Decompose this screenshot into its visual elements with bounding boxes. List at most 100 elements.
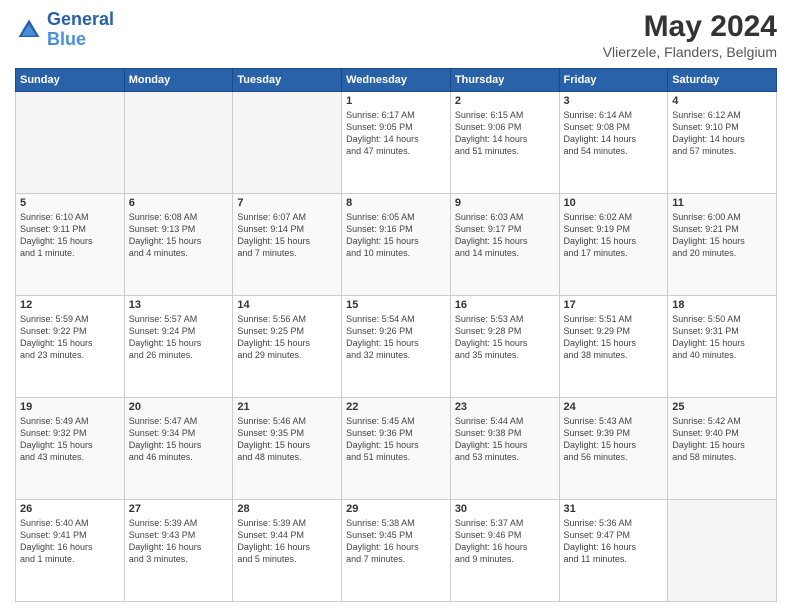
day-number: 12 — [20, 299, 120, 311]
day-number: 3 — [564, 95, 664, 107]
calendar-week-row: 5 Sunrise: 6:10 AMSunset: 9:11 PMDaylight… — [16, 194, 777, 296]
calendar-week-row: 26 Sunrise: 5:40 AMSunset: 9:41 PMDayligh… — [16, 500, 777, 602]
day-info: Sunrise: 5:53 AMSunset: 9:28 PMDaylight:… — [455, 313, 555, 362]
table-row: 18Sunrise: 5:50 AMSunset: 9:31 PMDayligh… — [668, 296, 777, 398]
table-row — [16, 92, 125, 194]
table-row: 8 Sunrise: 6:05 AMSunset: 9:16 PMDaylight… — [342, 194, 451, 296]
day-number: 24 — [564, 401, 664, 413]
table-row — [233, 92, 342, 194]
day-number: 27 — [129, 503, 229, 515]
col-tuesday: Tuesday — [233, 69, 342, 92]
table-row: 15 Sunrise: 5:54 AMSunset: 9:26 PMDayligh… — [342, 296, 451, 398]
day-info: Sunrise: 5:45 AMSunset: 9:36 PMDaylight:… — [346, 415, 446, 464]
day-info: Sunrise: 5:37 AMSunset: 9:46 PMDaylight:… — [455, 517, 555, 566]
day-info: Sunrise: 6:10 AMSunset: 9:11 PMDaylight:… — [20, 211, 120, 260]
day-info: Sunrise: 5:51 AMSunset: 9:29 PMDaylight:… — [564, 313, 664, 362]
day-number: 5 — [20, 197, 120, 209]
day-info: Sunrise: 6:15 AMSunset: 9:06 PMDaylight:… — [455, 109, 555, 158]
col-thursday: Thursday — [450, 69, 559, 92]
day-number: 11 — [672, 197, 772, 209]
day-info: Sunrise: 5:42 AMSunset: 9:40 PMDaylight:… — [672, 415, 772, 464]
subtitle: Vlierzele, Flanders, Belgium — [603, 44, 777, 60]
day-number: 14 — [237, 299, 337, 311]
day-number: 20 — [129, 401, 229, 413]
table-row: 26 Sunrise: 5:40 AMSunset: 9:41 PMDayligh… — [16, 500, 125, 602]
day-info: Sunrise: 5:57 AMSunset: 9:24 PMDaylight:… — [129, 313, 229, 362]
table-row: 12Sunrise: 5:59 AMSunset: 9:22 PMDayligh… — [16, 296, 125, 398]
logo-text: General Blue — [47, 10, 114, 50]
day-info: Sunrise: 6:07 AMSunset: 9:14 PMDaylight:… — [237, 211, 337, 260]
day-number: 29 — [346, 503, 446, 515]
table-row: 29 Sunrise: 5:38 AMSunset: 9:45 PMDayligh… — [342, 500, 451, 602]
table-row: 4Sunrise: 6:12 AMSunset: 9:10 PMDaylight… — [668, 92, 777, 194]
day-number: 13 — [129, 299, 229, 311]
day-info: Sunrise: 6:00 AMSunset: 9:21 PMDaylight:… — [672, 211, 772, 260]
day-number: 17 — [564, 299, 664, 311]
table-row: 27Sunrise: 5:39 AMSunset: 9:43 PMDayligh… — [124, 500, 233, 602]
day-info: Sunrise: 5:44 AMSunset: 9:38 PMDaylight:… — [455, 415, 555, 464]
day-info: Sunrise: 5:56 AMSunset: 9:25 PMDaylight:… — [237, 313, 337, 362]
table-row: 5 Sunrise: 6:10 AMSunset: 9:11 PMDaylight… — [16, 194, 125, 296]
table-row: 10 Sunrise: 6:02 AMSunset: 9:19 PMDayligh… — [559, 194, 668, 296]
day-number: 4 — [672, 95, 772, 107]
table-row: 20 Sunrise: 5:47 AMSunset: 9:34 PMDayligh… — [124, 398, 233, 500]
day-number: 26 — [20, 503, 120, 515]
table-row — [124, 92, 233, 194]
day-info: Sunrise: 5:47 AMSunset: 9:34 PMDaylight:… — [129, 415, 229, 464]
day-info: Sunrise: 6:05 AMSunset: 9:16 PMDaylight:… — [346, 211, 446, 260]
table-row: 30 Sunrise: 5:37 AMSunset: 9:46 PMDayligh… — [450, 500, 559, 602]
table-row: 31 Sunrise: 5:36 AMSunset: 9:47 PMDayligh… — [559, 500, 668, 602]
logo-blue: Blue — [47, 29, 86, 49]
calendar-header-row: Sunday Monday Tuesday Wednesday Thursday… — [16, 69, 777, 92]
page: General Blue May 2024 Vlierzele, Flander… — [0, 0, 792, 612]
day-info: Sunrise: 5:36 AMSunset: 9:47 PMDaylight:… — [564, 517, 664, 566]
day-number: 8 — [346, 197, 446, 209]
day-info: Sunrise: 5:46 AMSunset: 9:35 PMDaylight:… — [237, 415, 337, 464]
day-info: Sunrise: 5:39 AMSunset: 9:44 PMDaylight:… — [237, 517, 337, 566]
table-row: 25 Sunrise: 5:42 AMSunset: 9:40 PMDayligh… — [668, 398, 777, 500]
day-info: Sunrise: 6:08 AMSunset: 9:13 PMDaylight:… — [129, 211, 229, 260]
table-row: 9Sunrise: 6:03 AMSunset: 9:17 PMDaylight… — [450, 194, 559, 296]
table-row: 1Sunrise: 6:17 AMSunset: 9:05 PMDaylight… — [342, 92, 451, 194]
day-number: 19 — [20, 401, 120, 413]
table-row: 21 Sunrise: 5:46 AMSunset: 9:35 PMDayligh… — [233, 398, 342, 500]
day-number: 2 — [455, 95, 555, 107]
col-wednesday: Wednesday — [342, 69, 451, 92]
main-title: May 2024 — [603, 10, 777, 44]
day-number: 28 — [237, 503, 337, 515]
day-number: 7 — [237, 197, 337, 209]
table-row: 14 Sunrise: 5:56 AMSunset: 9:25 PMDayligh… — [233, 296, 342, 398]
day-info: Sunrise: 6:02 AMSunset: 9:19 PMDaylight:… — [564, 211, 664, 260]
day-number: 30 — [455, 503, 555, 515]
day-info: Sunrise: 5:54 AMSunset: 9:26 PMDaylight:… — [346, 313, 446, 362]
header: General Blue May 2024 Vlierzele, Flander… — [15, 10, 777, 60]
day-number: 15 — [346, 299, 446, 311]
day-info: Sunrise: 5:38 AMSunset: 9:45 PMDaylight:… — [346, 517, 446, 566]
table-row: 2 Sunrise: 6:15 AMSunset: 9:06 PMDaylight… — [450, 92, 559, 194]
table-row — [668, 500, 777, 602]
table-row: 7 Sunrise: 6:07 AMSunset: 9:14 PMDaylight… — [233, 194, 342, 296]
table-row: 3 Sunrise: 6:14 AMSunset: 9:08 PMDaylight… — [559, 92, 668, 194]
day-number: 21 — [237, 401, 337, 413]
calendar-week-row: 12Sunrise: 5:59 AMSunset: 9:22 PMDayligh… — [16, 296, 777, 398]
calendar-week-row: 1Sunrise: 6:17 AMSunset: 9:05 PMDaylight… — [16, 92, 777, 194]
col-monday: Monday — [124, 69, 233, 92]
day-number: 25 — [672, 401, 772, 413]
logo: General Blue — [15, 10, 114, 50]
table-row: 24 Sunrise: 5:43 AMSunset: 9:39 PMDayligh… — [559, 398, 668, 500]
day-info: Sunrise: 5:50 AMSunset: 9:31 PMDaylight:… — [672, 313, 772, 362]
table-row: 16Sunrise: 5:53 AMSunset: 9:28 PMDayligh… — [450, 296, 559, 398]
day-info: Sunrise: 5:40 AMSunset: 9:41 PMDaylight:… — [20, 517, 120, 566]
day-number: 9 — [455, 197, 555, 209]
day-number: 31 — [564, 503, 664, 515]
table-row: 11 Sunrise: 6:00 AMSunset: 9:21 PMDayligh… — [668, 194, 777, 296]
col-friday: Friday — [559, 69, 668, 92]
day-number: 23 — [455, 401, 555, 413]
day-info: Sunrise: 5:49 AMSunset: 9:32 PMDaylight:… — [20, 415, 120, 464]
day-info: Sunrise: 6:14 AMSunset: 9:08 PMDaylight:… — [564, 109, 664, 158]
day-info: Sunrise: 5:43 AMSunset: 9:39 PMDaylight:… — [564, 415, 664, 464]
day-number: 10 — [564, 197, 664, 209]
table-row: 19 Sunrise: 5:49 AMSunset: 9:32 PMDayligh… — [16, 398, 125, 500]
col-sunday: Sunday — [16, 69, 125, 92]
table-row: 28 Sunrise: 5:39 AMSunset: 9:44 PMDayligh… — [233, 500, 342, 602]
